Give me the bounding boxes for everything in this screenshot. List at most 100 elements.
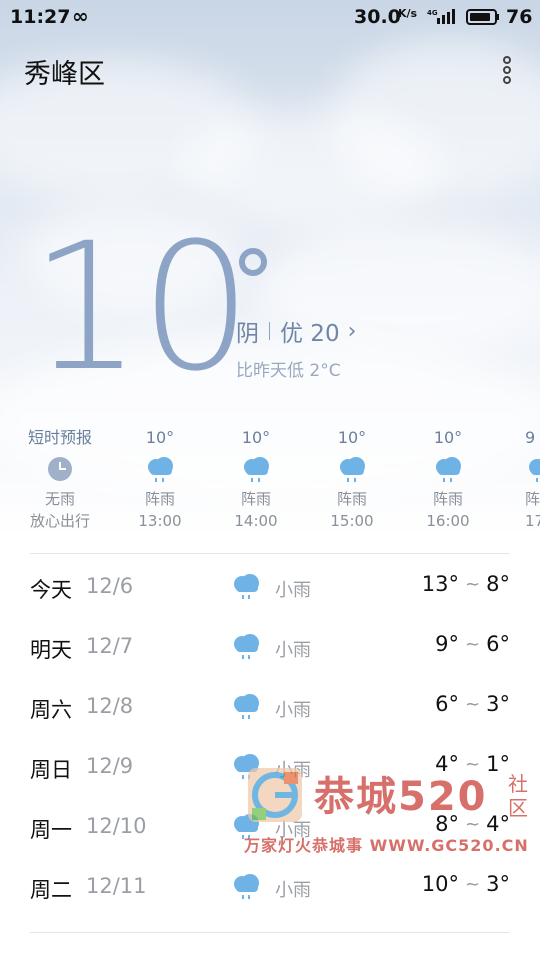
daily-day: 今天 <box>30 578 72 602</box>
shower-icon <box>436 457 461 482</box>
daily-condition: 小雨 <box>275 580 311 601</box>
battery-icon <box>466 9 499 25</box>
nowcast-label: 短时预报 <box>27 428 92 447</box>
temperature-comparison: 比昨天低 2°C <box>236 361 341 381</box>
hourly-item[interactable]: 10° 阵雨 14:00 <box>211 426 301 532</box>
hourly-item[interactable]: 10° 阵雨 16:00 <box>403 426 493 532</box>
daily-low: 4° <box>486 812 510 836</box>
tilde: ~ <box>465 573 481 595</box>
daily-row[interactable]: 今天 12/6 小雨 13° ~8° <box>0 558 540 618</box>
daily-day: 周六 <box>30 698 72 722</box>
network-type: 4G <box>427 9 438 17</box>
link-icon: ∞ <box>72 4 89 28</box>
hourly-item[interactable]: 9 阵 17 <box>499 426 540 532</box>
daily-temp-range: 13° ~8° <box>422 572 510 596</box>
daily-high: 8° <box>435 812 460 836</box>
condition-aqi-link[interactable]: 阴 优 20 › <box>236 314 356 348</box>
daily-day: 明天 <box>30 638 72 662</box>
divider <box>30 553 510 554</box>
hourly-temp: 10° <box>337 428 367 447</box>
rain-icon <box>234 874 259 899</box>
shower-icon <box>340 457 365 482</box>
daily-date: 12/10 <box>86 814 147 838</box>
daily-date: 12/9 <box>86 754 134 778</box>
daily-condition: 小雨 <box>275 880 311 901</box>
degree-icon <box>239 248 267 276</box>
daily-date: 12/6 <box>86 574 134 598</box>
hourly-time: 14:00 <box>234 512 278 530</box>
tilde: ~ <box>465 813 481 835</box>
rain-icon <box>234 814 259 839</box>
shower-icon <box>148 457 173 482</box>
daily-condition: 小雨 <box>275 760 311 781</box>
daily-high: 13° <box>421 572 460 596</box>
daily-high: 10° <box>421 872 460 896</box>
signal-icon: 4G <box>427 9 455 24</box>
daily-condition: 小雨 <box>275 700 311 721</box>
daily-temp-range: 6° ~3° <box>435 692 510 716</box>
hourly-item-nowcast[interactable]: 短时预报 无雨 放心出行 <box>15 426 105 532</box>
hourly-time: 放心出行 <box>29 512 90 530</box>
daily-date: 12/7 <box>86 634 134 658</box>
hourly-time: 15:00 <box>330 512 374 530</box>
daily-row[interactable]: 周二 12/11 小雨 10° ~3° <box>0 858 540 918</box>
daily-day: 周二 <box>30 878 72 902</box>
hourly-condition: 无雨 <box>44 490 75 508</box>
daily-low: 3° <box>486 872 510 896</box>
current-condition: 阴 <box>236 321 259 347</box>
hourly-condition: 阵雨 <box>432 490 463 508</box>
daily-temp-range: 9° ~6° <box>435 632 510 656</box>
hourly-temp: 10° <box>145 428 175 447</box>
separator <box>269 322 270 340</box>
clock-icon <box>48 457 72 481</box>
hourly-forecast[interactable]: 短时预报 无雨 放心出行 10° 阵雨 13:00 10° 阵雨 14:00 1… <box>0 426 540 536</box>
hourly-temp: 10° <box>241 428 271 447</box>
hourly-item[interactable]: 10° 阵雨 13:00 <box>115 426 205 532</box>
daily-temp-range: 10° ~3° <box>422 872 510 896</box>
rain-icon <box>234 694 259 719</box>
daily-high: 4° <box>435 752 460 776</box>
daily-day: 周日 <box>30 758 72 782</box>
network-speed-unit: K/s <box>398 7 418 20</box>
tilde: ~ <box>465 753 481 775</box>
daily-row[interactable]: 明天 12/7 小雨 9° ~6° <box>0 618 540 678</box>
status-bar: 11:27 ∞ 30.0 K/s 4G 76 <box>0 0 540 36</box>
daily-low: 6° <box>486 632 510 656</box>
daily-row[interactable]: 周日 12/9 小雨 4° ~1° <box>0 738 540 798</box>
city-name[interactable]: 秀峰区 <box>24 52 105 91</box>
daily-date: 12/11 <box>86 874 147 898</box>
daily-low: 8° <box>486 572 510 596</box>
rain-icon <box>234 574 259 599</box>
hourly-condition: 阵雨 <box>336 490 367 508</box>
shower-icon <box>244 457 269 482</box>
daily-temp-range: 8° ~4° <box>435 812 510 836</box>
divider <box>30 932 510 933</box>
daily-low: 3° <box>486 692 510 716</box>
hourly-time: 17 <box>525 512 540 530</box>
daily-high: 6° <box>435 692 460 716</box>
daily-low: 1° <box>486 752 510 776</box>
status-time: 11:27 <box>10 6 71 28</box>
daily-condition: 小雨 <box>275 640 311 661</box>
daily-row[interactable]: 周一 12/10 小雨 8° ~4° <box>0 798 540 858</box>
hourly-condition: 阵雨 <box>240 490 271 508</box>
tilde: ~ <box>465 873 481 895</box>
daily-date: 12/8 <box>86 694 134 718</box>
daily-temp-range: 4° ~1° <box>435 752 510 776</box>
hourly-temp: 10° <box>433 428 463 447</box>
hourly-condition: 阵 <box>525 490 540 508</box>
chevron-right-icon: › <box>347 318 357 344</box>
hourly-condition: 阵雨 <box>144 490 175 508</box>
hourly-item[interactable]: 10° 阵雨 15:00 <box>307 426 397 532</box>
rain-icon <box>234 754 259 779</box>
shower-icon <box>529 458 540 482</box>
tilde: ~ <box>465 633 481 655</box>
aqi-label: 优 20 <box>280 321 340 347</box>
hourly-time: 13:00 <box>138 512 182 530</box>
daily-row[interactable]: 周六 12/8 小雨 6° ~3° <box>0 678 540 738</box>
rain-icon <box>234 634 259 659</box>
network-speed: 30.0 <box>354 6 401 28</box>
hourly-time: 16:00 <box>426 512 470 530</box>
more-menu-icon[interactable] <box>494 50 520 90</box>
current-temperature: 10 <box>30 205 252 410</box>
